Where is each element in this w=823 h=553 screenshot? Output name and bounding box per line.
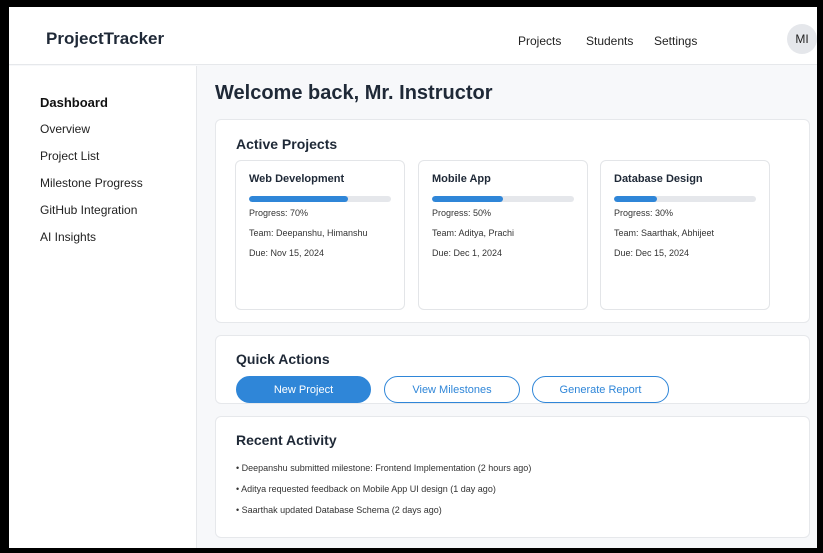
- recent-activity-title: Recent Activity: [236, 432, 337, 448]
- quick-actions-title: Quick Actions: [236, 351, 330, 367]
- project-card-database-design[interactable]: Database Design Progress: 30% Team: Saar…: [600, 160, 770, 310]
- project-progress-label: Progress: 30%: [614, 208, 674, 218]
- nav-settings[interactable]: Settings: [654, 34, 697, 48]
- recent-activity-panel: Recent Activity • Deepanshu submitted mi…: [215, 416, 810, 538]
- page-title: Welcome back, Mr. Instructor: [215, 82, 493, 104]
- project-name: Database Design: [614, 173, 703, 185]
- top-header: ProjectTracker Projects Students Setting…: [9, 7, 817, 65]
- project-due: Due: Nov 15, 2024: [249, 248, 325, 258]
- nav-students[interactable]: Students: [586, 34, 633, 48]
- activity-item: • Saarthak updated Database Schema (2 da…: [236, 505, 442, 515]
- view-milestones-button[interactable]: View Milestones: [384, 376, 520, 403]
- project-name: Web Development: [249, 173, 345, 185]
- sidebar-item-project-list[interactable]: Project List: [40, 149, 99, 163]
- progress-bar: [614, 196, 756, 202]
- nav-projects[interactable]: Projects: [518, 34, 561, 48]
- brand-logo[interactable]: ProjectTracker: [46, 29, 164, 49]
- generate-report-button[interactable]: Generate Report: [532, 376, 669, 403]
- progress-bar: [432, 196, 574, 202]
- sidebar-item-ai-insights[interactable]: AI Insights: [40, 230, 96, 244]
- progress-bar: [249, 196, 391, 202]
- app-window: ProjectTracker Projects Students Setting…: [9, 7, 817, 548]
- active-projects-title: Active Projects: [236, 136, 338, 152]
- project-team: Team: Deepanshu, Himanshu: [249, 228, 368, 238]
- quick-actions-panel: Quick Actions New Project View Milestone…: [215, 335, 810, 404]
- sidebar-item-milestone-progress[interactable]: Milestone Progress: [40, 176, 143, 190]
- sidebar-item-overview[interactable]: Overview: [40, 122, 90, 136]
- sidebar-item-dashboard[interactable]: Dashboard: [40, 95, 108, 110]
- project-team: Team: Saarthak, Abhijeet: [614, 228, 715, 238]
- active-projects-panel: Active Projects Web Development Progress…: [215, 119, 810, 323]
- progress-fill: [249, 196, 349, 202]
- project-card-mobile-app[interactable]: Mobile App Progress: 50% Team: Aditya, P…: [418, 160, 588, 310]
- activity-item: • Deepanshu submitted milestone: Fronten…: [236, 463, 532, 473]
- sidebar-item-github-integration[interactable]: GitHub Integration: [40, 203, 137, 217]
- project-name: Mobile App: [432, 173, 491, 185]
- project-due: Due: Dec 1, 2024: [432, 248, 503, 258]
- progress-fill: [614, 196, 657, 202]
- activity-item: • Aditya requested feedback on Mobile Ap…: [236, 484, 496, 494]
- sidebar: Dashboard Overview Project List Mileston…: [9, 66, 197, 548]
- new-project-button[interactable]: New Project: [236, 376, 371, 403]
- project-progress-label: Progress: 70%: [249, 208, 309, 218]
- project-card-web-development[interactable]: Web Development Progress: 70% Team: Deep…: [235, 160, 405, 310]
- project-progress-label: Progress: 50%: [432, 208, 492, 218]
- user-avatar[interactable]: MI: [787, 24, 817, 54]
- progress-fill: [432, 196, 503, 202]
- project-due: Due: Dec 15, 2024: [614, 248, 690, 258]
- project-team: Team: Aditya, Prachi: [432, 228, 515, 238]
